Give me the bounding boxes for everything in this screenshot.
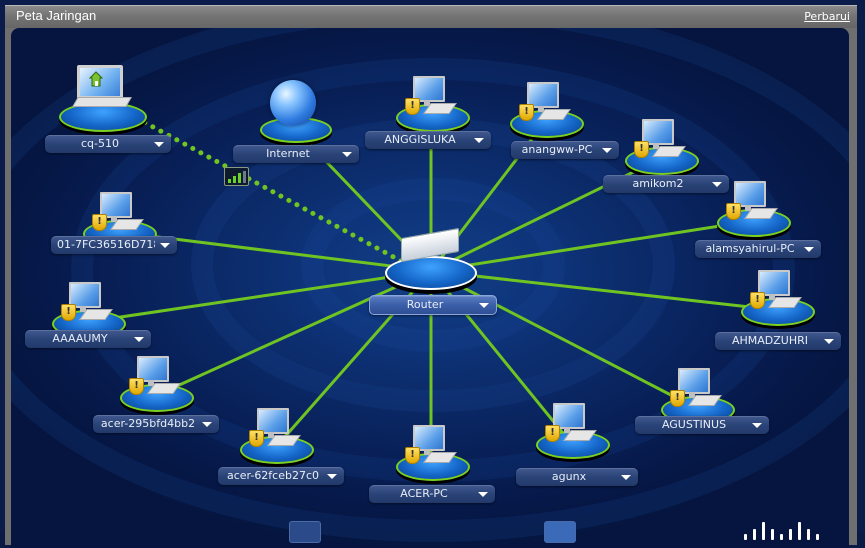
warning-shield-icon: ! (519, 104, 534, 121)
computer-warning-icon[interactable]: ! (405, 425, 459, 465)
keyboard-shape (110, 219, 144, 230)
chevron-down-icon[interactable] (752, 423, 762, 428)
warning-shield-icon: ! (634, 141, 649, 158)
device-label: anangww-PC (521, 143, 593, 156)
internet-menu-button[interactable]: Internet (233, 145, 359, 163)
home-icon (89, 71, 103, 87)
chevron-down-icon[interactable] (134, 337, 144, 342)
keyboard-shape (423, 452, 457, 463)
device-menu-button[interactable]: AAAAUMY (25, 330, 151, 348)
device-label: Router (406, 298, 444, 311)
warning-shield-icon: ! (249, 430, 264, 447)
device-menu-button[interactable]: acer-62fceb27c0 (218, 467, 344, 485)
keyboard-shape (537, 109, 571, 120)
keyboard-shape (423, 103, 457, 114)
chevron-down-icon[interactable] (804, 247, 814, 252)
device-label: Internet (266, 147, 310, 160)
warning-shield-icon: ! (545, 425, 560, 442)
device-menu-button[interactable]: ACER-PC (369, 485, 495, 503)
computer-warning-icon[interactable]: ! (405, 76, 459, 116)
computer-warning-icon[interactable]: ! (634, 119, 688, 159)
warning-shield-icon: ! (726, 203, 741, 220)
connection-line (154, 269, 432, 398)
device-label: AAAAUMY (52, 332, 108, 345)
host-menu-button[interactable]: cq-510 (45, 135, 171, 153)
chevron-down-icon[interactable] (478, 492, 488, 497)
network-map-canvas: ! ANGGISLUKA! anangww-PC! amikom2! alamsyahi… (11, 28, 849, 548)
chevron-down-icon[interactable] (342, 152, 352, 157)
computer-warning-icon[interactable]: ! (670, 368, 724, 408)
device-menu-button[interactable]: acer-295bfd4bb2 (93, 415, 219, 433)
chevron-down-icon[interactable] (327, 474, 337, 479)
device-menu-button[interactable]: ANGGISLUKA (365, 131, 491, 149)
laptop-base (72, 97, 132, 107)
computer-warning-icon[interactable]: ! (92, 192, 146, 232)
device-menu-button[interactable]: AHMADZUHRI (715, 332, 841, 350)
laptop-home-icon[interactable] (71, 65, 132, 109)
warning-shield-icon: ! (405, 98, 420, 115)
warning-shield-icon: ! (129, 378, 144, 395)
warning-shield-icon: ! (92, 214, 107, 231)
next-page-button[interactable] (544, 521, 576, 543)
warning-shield-icon: ! (670, 390, 685, 407)
device-label: AGUSTINUS (661, 418, 727, 431)
warning-shield-icon: ! (750, 292, 765, 309)
chevron-down-icon[interactable] (202, 422, 212, 427)
warning-shield-icon: ! (405, 447, 420, 464)
device-label: AHMADZUHRI (731, 334, 809, 347)
header-bar: Peta Jaringan Perbarui (5, 5, 857, 28)
device-menu-button[interactable]: alamsyahirul-PC (695, 240, 821, 258)
computer-warning-icon[interactable]: ! (519, 82, 573, 122)
connection-line (430, 269, 697, 410)
device-label: cq-510 (81, 137, 119, 150)
computer-warning-icon[interactable]: ! (726, 181, 780, 221)
keyboard-shape (652, 146, 686, 157)
refresh-link[interactable]: Perbarui (804, 10, 850, 23)
device-label: amikom2 (632, 177, 684, 190)
keyboard-shape (79, 309, 113, 320)
keyboard-shape (147, 383, 181, 394)
device-label: acer-62fceb27c0 (226, 469, 320, 482)
chevron-down-icon[interactable] (621, 475, 631, 480)
device-label: ACER-PC (400, 487, 448, 500)
chevron-down-icon[interactable] (824, 339, 834, 344)
computer-warning-icon[interactable]: ! (249, 408, 303, 448)
device-menu-button[interactable]: 01-7FC36516D718 (51, 236, 177, 254)
device-label: 01-7FC36516D718 (57, 238, 155, 251)
chevron-down-icon[interactable] (712, 182, 722, 187)
computer-warning-icon[interactable]: ! (129, 356, 183, 396)
keyboard-shape (744, 208, 778, 219)
cisco-logo-icon (744, 522, 824, 540)
wireless-signal-icon (224, 167, 249, 186)
keyboard-shape (768, 297, 802, 308)
device-menu-button[interactable]: agunx (516, 468, 638, 486)
warning-shield-icon: ! (61, 304, 76, 321)
device-label: agunx (551, 470, 587, 483)
chevron-down-icon[interactable] (479, 303, 489, 308)
chevron-down-icon[interactable] (154, 142, 164, 147)
computer-warning-icon[interactable]: ! (61, 282, 115, 322)
keyboard-shape (688, 395, 722, 406)
device-label: acer-295bfd4bb2 (100, 417, 196, 430)
device-menu-button[interactable]: anangww-PC (511, 141, 619, 159)
computer-warning-icon[interactable]: ! (545, 403, 599, 443)
chevron-down-icon[interactable] (160, 243, 170, 248)
network-map-window: Peta Jaringan Perbarui ! ANGGISLUKA! anang… (0, 0, 865, 548)
router-platform (385, 256, 477, 290)
chevron-down-icon[interactable] (474, 138, 484, 143)
device-label: ANGGISLUKA (384, 133, 456, 146)
prev-page-button[interactable] (289, 521, 321, 543)
keyboard-shape (563, 430, 597, 441)
globe-icon[interactable] (270, 80, 316, 126)
computer-warning-icon[interactable]: ! (750, 270, 804, 310)
page-title: Peta Jaringan (16, 8, 97, 23)
device-menu-button[interactable]: AGUSTINUS (635, 416, 769, 434)
device-menu-button[interactable]: amikom2 (603, 175, 729, 193)
device-label: alamsyahirul-PC (705, 242, 795, 255)
keyboard-shape (267, 435, 301, 446)
router-menu-button[interactable]: Router (369, 295, 497, 315)
chevron-down-icon[interactable] (602, 148, 612, 153)
